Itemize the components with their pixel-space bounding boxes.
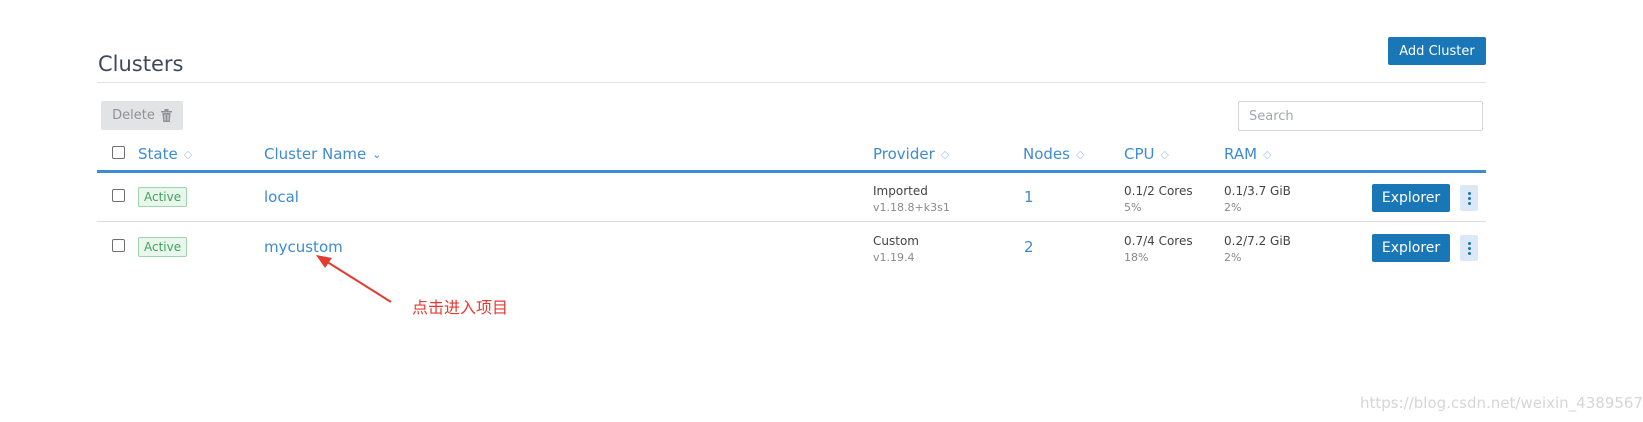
page-title: Clusters [98, 52, 184, 77]
column-header-nodes-label: Nodes [1023, 145, 1070, 163]
provider-name: Custom [873, 234, 919, 248]
nodes-count-link[interactable]: 2 [1024, 238, 1034, 256]
column-header-provider[interactable]: Provider ◇ [873, 145, 949, 163]
cpu-usage: 0.1/2 Cores [1124, 184, 1193, 198]
select-all-checkbox[interactable] [112, 146, 125, 159]
annotation-arrow-icon [316, 255, 392, 303]
header-rule [97, 170, 1486, 173]
sort-icon: ◇ [940, 147, 950, 161]
status-badge: Active [138, 237, 188, 257]
trash-icon [160, 109, 172, 122]
annotation-text: 点击进入项目 [412, 298, 509, 317]
more-actions-button[interactable] [1460, 235, 1478, 261]
explorer-button[interactable]: Explorer [1372, 184, 1450, 212]
cpu-usage: 0.7/4 Cores [1124, 234, 1193, 248]
kebab-icon [1467, 241, 1471, 256]
kebab-icon [1467, 191, 1471, 206]
ram-percent: 2% [1224, 201, 1242, 214]
column-header-ram[interactable]: RAM ◇ [1224, 145, 1272, 163]
ram-usage: 0.2/7.2 GiB [1224, 234, 1291, 248]
nodes-count-link[interactable]: 1 [1024, 188, 1034, 206]
sort-icon: ◇ [1263, 147, 1272, 161]
column-header-nodes[interactable]: Nodes ◇ [1023, 145, 1084, 163]
column-header-cluster-name[interactable]: Cluster Name ⌄ [264, 145, 381, 163]
provider-version: v1.18.8+k3s1 [873, 201, 950, 214]
delete-button[interactable]: Delete [101, 101, 183, 130]
column-header-cluster-name-label: Cluster Name [264, 145, 367, 163]
row-checkbox[interactable] [112, 189, 125, 202]
column-header-state-label: State [138, 145, 178, 163]
column-header-provider-label: Provider [873, 145, 935, 163]
cpu-percent: 18% [1124, 251, 1149, 264]
ram-percent: 2% [1224, 251, 1242, 264]
provider-version: v1.19.4 [873, 251, 915, 264]
column-header-state[interactable]: State ◇ [138, 145, 192, 163]
watermark: https://blog.csdn.net/weixin_43895671 [1360, 394, 1643, 412]
add-cluster-button[interactable]: Add Cluster [1388, 37, 1486, 65]
explorer-button[interactable]: Explorer [1372, 234, 1450, 262]
sort-icon: ◇ [183, 147, 193, 161]
more-actions-button[interactable] [1460, 185, 1478, 211]
title-divider [97, 82, 1486, 83]
ram-usage: 0.1/3.7 GiB [1224, 184, 1291, 198]
row-divider [97, 221, 1486, 222]
sort-icon: ◇ [1075, 147, 1085, 161]
sort-icon: ◇ [1160, 147, 1169, 161]
column-header-cpu-label: CPU [1124, 145, 1155, 163]
provider-name: Imported [873, 184, 928, 198]
search-input[interactable] [1238, 101, 1483, 131]
cluster-name-link[interactable]: local [264, 188, 299, 206]
cpu-percent: 5% [1124, 201, 1142, 214]
column-header-ram-label: RAM [1224, 145, 1258, 163]
row-checkbox[interactable] [112, 239, 125, 252]
delete-label: Delete [112, 108, 155, 123]
status-badge: Active [138, 187, 188, 207]
sort-desc-icon: ⌄ [372, 147, 382, 161]
column-header-cpu[interactable]: CPU ◇ [1124, 145, 1169, 163]
